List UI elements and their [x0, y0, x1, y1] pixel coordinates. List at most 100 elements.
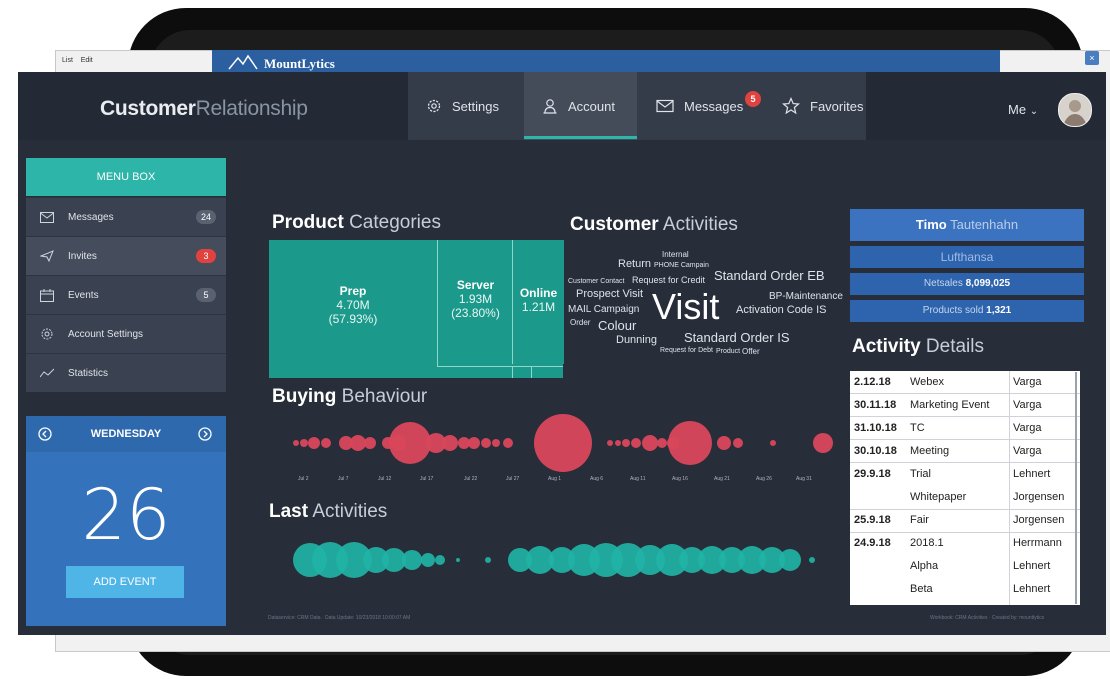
nav-account[interactable]: Account: [542, 72, 615, 140]
activity-bubble[interactable]: [485, 557, 491, 563]
buying-bubble[interactable]: [300, 439, 308, 447]
row-divider: [850, 462, 1080, 463]
buying-bubble[interactable]: [468, 437, 480, 449]
nav-favorites[interactable]: Favorites: [782, 72, 863, 140]
app-logo: CustomerRelationship: [100, 97, 308, 121]
activity-bubble[interactable]: [809, 557, 815, 563]
buying-bubble[interactable]: [350, 435, 366, 451]
buying-bubble[interactable]: [321, 438, 331, 448]
word-colour: Colour: [598, 318, 637, 333]
product-treemap: Prep 4.70M (57.93%) Server 1.93M (23.80%…: [269, 240, 564, 378]
products-sold-card: Products sold 1,321: [850, 300, 1084, 322]
buying-behaviour-title: Buying Behaviour: [272, 386, 427, 408]
activity-bubble[interactable]: [435, 555, 445, 565]
customer-activities-title: Customer Activities: [570, 214, 738, 236]
row-person: Jorgensen: [1013, 514, 1065, 526]
buying-bubble[interactable]: [308, 437, 320, 449]
activity-bubble[interactable]: [779, 549, 801, 571]
row-divider: [850, 416, 1080, 417]
row-date: 2.12.18: [854, 376, 891, 388]
dashboard: CustomerRelationship Settings Account Me…: [18, 72, 1106, 635]
buying-bubble[interactable]: [442, 435, 458, 451]
word-visit: Visit: [652, 286, 720, 327]
treemap-tile-prep[interactable]: Prep 4.70M (57.93%): [269, 240, 437, 378]
table-scrollbar[interactable]: [1075, 372, 1077, 604]
buying-bubble[interactable]: [717, 436, 731, 450]
buying-bubble[interactable]: [481, 438, 491, 448]
buying-bubble[interactable]: [733, 438, 743, 448]
sidebar-item-label: Invites: [68, 250, 97, 262]
nav-messages[interactable]: Messages: [656, 72, 743, 140]
row-event: Alpha: [910, 560, 939, 572]
buying-bubble[interactable]: [631, 438, 641, 448]
logo-bold: Customer: [100, 97, 196, 120]
word-bp-maintenance: BP-Maintenance: [769, 291, 843, 302]
word-phone-campain: PHONE Campain: [654, 262, 709, 269]
company-card: Lufthansa: [850, 246, 1084, 268]
avatar[interactable]: [1058, 93, 1092, 127]
tick-label: Aug 21: [714, 476, 730, 482]
buying-bubble[interactable]: [622, 439, 630, 447]
buying-bubble[interactable]: [615, 440, 621, 446]
sidebar-item-account-settings[interactable]: Account Settings: [26, 314, 226, 353]
buying-bubble[interactable]: [668, 421, 712, 465]
buying-bubble[interactable]: [503, 438, 513, 448]
toolbar-item-edit[interactable]: Edit: [81, 57, 93, 64]
activity-details-table: 2.12.18 Webex Varga 30.11.18 Marketing Even…: [850, 371, 1080, 605]
sidebar-item-events[interactable]: Events 5: [26, 275, 226, 314]
word-request-for-credit: Request for Credit: [632, 275, 706, 285]
buying-bubble[interactable]: [642, 435, 658, 451]
user-icon: [543, 99, 557, 114]
activity-bubble[interactable]: [421, 553, 435, 567]
sidebar-item-statistics[interactable]: Statistics: [26, 353, 226, 392]
activity-bubble[interactable]: [402, 550, 422, 570]
calendar-day: 26: [81, 474, 171, 556]
activity-bubble[interactable]: [456, 558, 460, 562]
word-prospect-visit: Prospect Visit: [576, 288, 644, 300]
activity-details-title: Activity Details: [852, 336, 984, 358]
buying-bubble[interactable]: [770, 440, 776, 446]
word-customer-contact: Customer Contact: [568, 278, 625, 285]
buying-bubble[interactable]: [492, 439, 500, 447]
buying-bubble[interactable]: [364, 437, 376, 449]
word-return: Return: [618, 258, 652, 270]
chevron-right-circle-icon[interactable]: [198, 427, 212, 441]
nav-messages-label: Messages: [684, 98, 744, 114]
row-person: Varga: [1013, 376, 1042, 388]
buying-bubble[interactable]: [534, 414, 592, 472]
title-light: Behaviour: [341, 386, 428, 407]
toolbar-item-list[interactable]: List: [62, 57, 73, 64]
title-bold: Activity: [852, 336, 921, 357]
title-light: Categories: [349, 212, 441, 233]
buying-bubble[interactable]: [657, 438, 667, 448]
add-event-button[interactable]: ADD EVENT: [66, 566, 184, 598]
tick-label: Aug 6: [590, 476, 604, 482]
buying-bubble[interactable]: [293, 440, 299, 446]
products-sold-value: 1,321: [986, 305, 1012, 316]
title-light: Details: [925, 336, 984, 357]
mountain-logo-icon: [228, 54, 258, 70]
table-column-divider: [1009, 371, 1010, 605]
nav-settings-label: Settings: [452, 98, 499, 114]
close-icon[interactable]: ×: [1085, 51, 1099, 65]
chevron-left-circle-icon[interactable]: [38, 427, 52, 441]
sidebar-item-invites[interactable]: Invites 3: [26, 236, 226, 275]
buying-bubble[interactable]: [389, 422, 431, 464]
treemap-divider: [531, 366, 532, 378]
tick-label: Aug 1: [548, 476, 562, 482]
tick-label: Aug 31: [796, 476, 812, 482]
treemap-tile-online[interactable]: Online 1.21M: [512, 240, 564, 364]
row-date: 24.9.18: [854, 537, 891, 549]
brand-name: MountLytics: [264, 56, 335, 71]
customer-last-name: Tautenhahn: [950, 217, 1019, 232]
treemap-tile-server[interactable]: Server 1.93M (23.80%): [437, 240, 513, 366]
user-menu[interactable]: Me ⌄: [1008, 102, 1038, 117]
row-event: Whitepaper: [910, 491, 967, 503]
word-order: Order: [570, 318, 591, 327]
sidebar-item-label: Statistics: [68, 367, 109, 379]
activities-word-cloud: Internal Return PHONE Campain Standard O…: [564, 248, 844, 373]
buying-bubble[interactable]: [813, 433, 833, 453]
nav-settings[interactable]: Settings: [426, 72, 499, 140]
sidebar-item-messages[interactable]: Messages 24: [26, 197, 226, 236]
buying-bubble[interactable]: [607, 440, 613, 446]
